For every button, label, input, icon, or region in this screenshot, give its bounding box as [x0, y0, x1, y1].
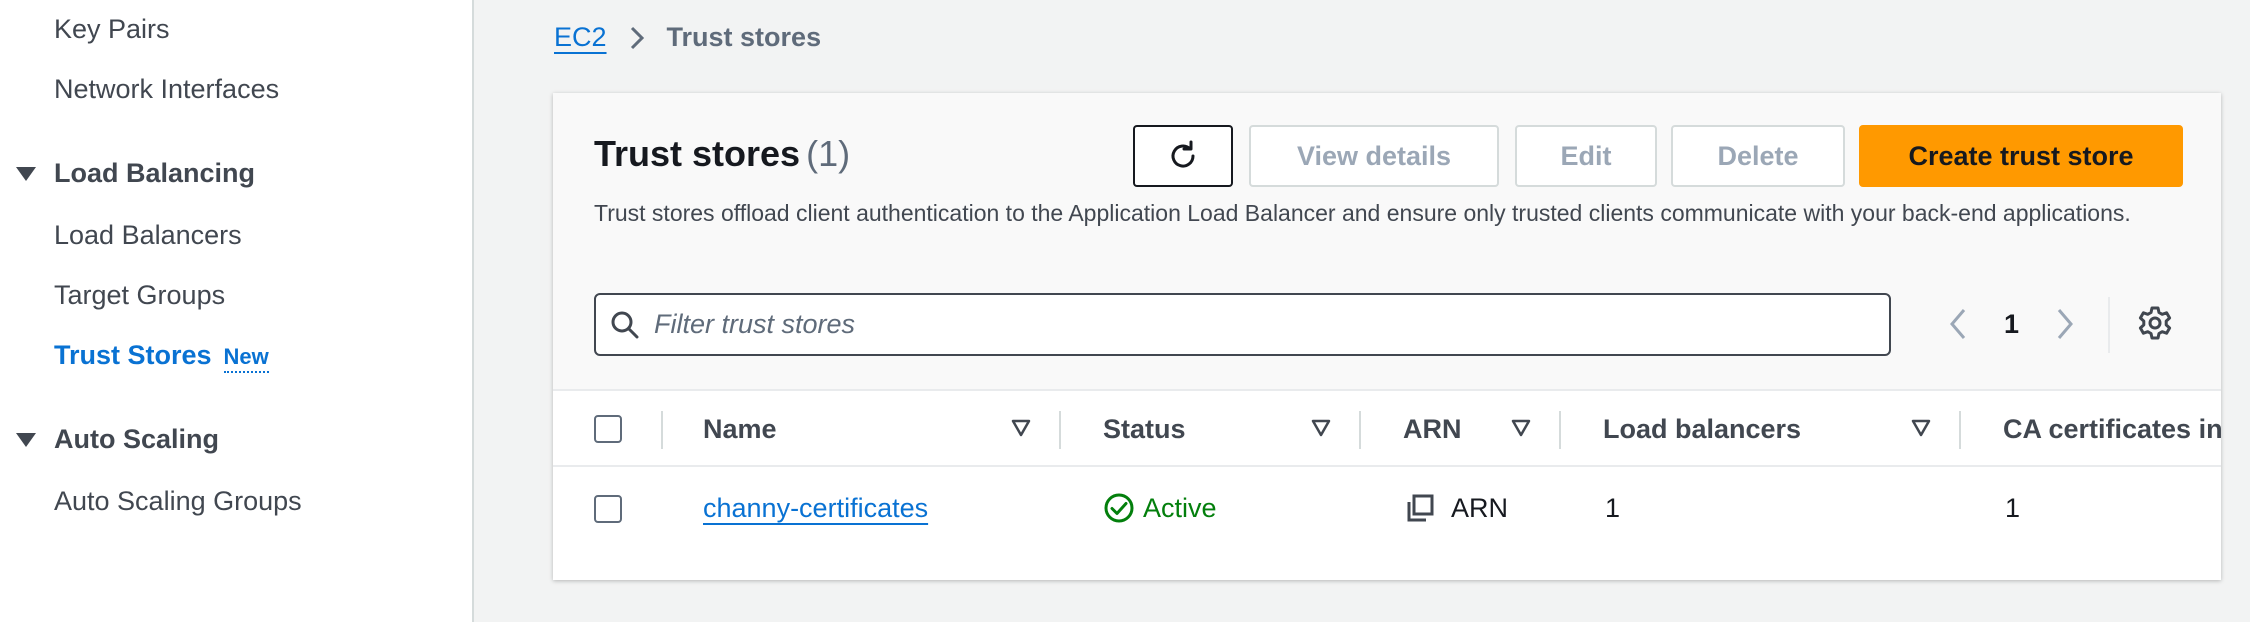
load-balancers-cell: 1 — [1605, 492, 1621, 523]
column-divider — [661, 411, 663, 449]
view-details-button[interactable]: View details — [1249, 125, 1499, 187]
sidebar: Key Pairs Network Interfaces Load Balanc… — [0, 0, 474, 622]
create-trust-store-button[interactable]: Create trust store — [1859, 125, 2183, 187]
column-header-load-balancers[interactable]: Load balancers — [1603, 391, 1801, 467]
ca-certificates-cell: 1 — [2005, 492, 2021, 523]
sort-icon[interactable] — [1311, 419, 1331, 437]
arn-cell[interactable]: ARN — [1405, 467, 1508, 549]
sort-icon[interactable] — [1011, 419, 1031, 437]
chevron-right-icon[interactable] — [2055, 307, 2075, 341]
sidebar-item-target-groups[interactable]: Target Groups — [54, 280, 225, 311]
status-cell: Active — [1103, 467, 1217, 549]
sidebar-item-network-interfaces[interactable]: Network Interfaces — [54, 74, 279, 105]
title-text: Trust stores — [594, 133, 801, 174]
new-badge: New — [223, 344, 269, 373]
sidebar-item-load-balancers[interactable]: Load Balancers — [54, 220, 242, 251]
item-count: (1) — [806, 133, 851, 174]
caret-down-icon — [16, 432, 36, 447]
panel-description: Trust stores offload client authenticati… — [594, 200, 2131, 226]
arn-text: ARN — [1451, 492, 1509, 523]
delete-button[interactable]: Delete — [1671, 125, 1845, 187]
trust-stores-panel: Trust stores (1) View details Edit Delete… — [553, 93, 2221, 580]
select-all-checkbox[interactable] — [594, 415, 622, 443]
sort-icon[interactable] — [1511, 419, 1531, 437]
column-divider — [1559, 411, 1561, 449]
breadcrumb-ec2-link[interactable]: EC2 — [554, 22, 607, 53]
edit-button[interactable]: Edit — [1515, 125, 1657, 187]
column-header-ca-certificates[interactable]: CA certificates in — [2003, 391, 2221, 467]
sidebar-section-label: Load Balancing — [54, 158, 256, 188]
panel-header: Trust stores (1) View details Edit Delete… — [553, 93, 2221, 389]
refresh-icon — [1171, 140, 1195, 168]
status-text: Active — [1143, 492, 1217, 523]
sidebar-item-auto-scaling-groups[interactable]: Auto Scaling Groups — [54, 486, 302, 517]
table-row: channy-certificates Active ARN 1 1 — [553, 467, 2221, 549]
filter-search-box[interactable] — [594, 293, 1891, 356]
search-icon — [610, 310, 640, 340]
column-header-status[interactable]: Status — [1103, 391, 1186, 467]
pagination: 1 — [1948, 299, 2075, 349]
column-divider — [1959, 411, 1961, 449]
column-divider — [1359, 411, 1361, 449]
caret-down-icon — [16, 166, 36, 181]
sidebar-section-label: Auto Scaling — [54, 424, 220, 454]
sidebar-section-auto-scaling[interactable]: Auto Scaling — [16, 424, 219, 455]
breadcrumb-current: Trust stores — [666, 22, 822, 52]
sidebar-item-key-pairs[interactable]: Key Pairs — [54, 14, 170, 45]
table-header: Name Status ARN Load balancers CA certif… — [553, 389, 2221, 467]
column-divider — [1059, 411, 1061, 449]
page-title: Trust stores (1) — [594, 133, 850, 175]
chevron-left-icon[interactable] — [1948, 307, 1968, 341]
sidebar-section-load-balancing[interactable]: Load Balancing — [16, 158, 255, 189]
sidebar-item-label: Trust Stores — [54, 340, 212, 370]
refresh-button[interactable] — [1133, 125, 1233, 187]
chevron-right-icon — [629, 25, 645, 51]
column-header-arn[interactable]: ARN — [1403, 391, 1462, 467]
page-number[interactable]: 1 — [2004, 309, 2019, 340]
copy-icon[interactable] — [1405, 493, 1435, 523]
check-circle-icon — [1104, 493, 1134, 523]
pager-divider — [2108, 297, 2110, 353]
sidebar-item-trust-stores[interactable]: Trust Stores New — [54, 340, 269, 373]
column-header-name[interactable]: Name — [703, 391, 777, 467]
sort-icon[interactable] — [1911, 419, 1931, 437]
gear-icon[interactable] — [2137, 305, 2173, 341]
row-checkbox[interactable] — [594, 495, 622, 523]
name-text[interactable]: channy-certificates — [703, 493, 928, 524]
trust-store-name-link[interactable]: channy-certificates — [703, 467, 928, 549]
filter-input[interactable] — [654, 309, 1854, 340]
breadcrumb: EC2 Trust stores — [554, 22, 821, 53]
